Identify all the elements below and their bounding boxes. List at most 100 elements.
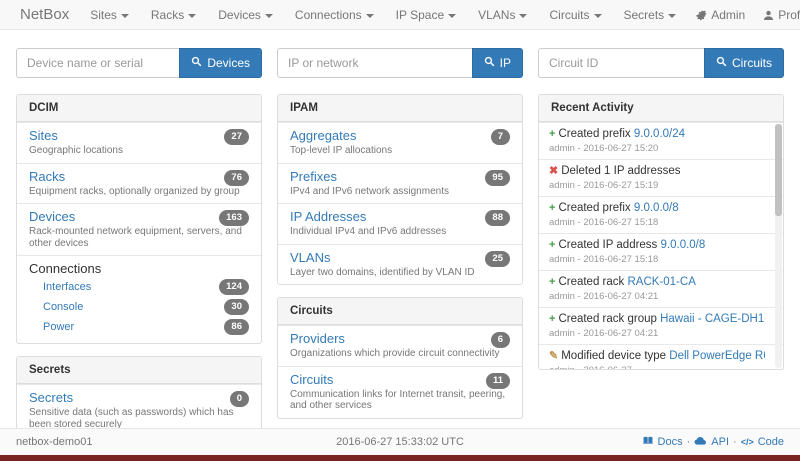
activity-action: Created prefix xyxy=(558,202,630,214)
sites-link[interactable]: Sites xyxy=(29,128,249,143)
device-search-group: Devices xyxy=(16,48,262,78)
search-icon xyxy=(484,56,495,70)
ipam-panel: IPAM 7 Aggregates Top-level IP allocatio… xyxy=(277,94,523,285)
nav-devices[interactable]: Devices xyxy=(207,0,284,29)
activity-action: Created IP address xyxy=(558,239,657,251)
nav-label: Racks xyxy=(151,8,184,22)
activity-object-link[interactable]: 9.0.0.0/8 xyxy=(661,239,706,251)
prefixes-link[interactable]: Prefixes xyxy=(290,169,510,184)
activity-row: +Created rack RACK-01-CA admin - 2016-06… xyxy=(539,270,783,307)
device-search-input[interactable] xyxy=(16,48,179,78)
count-badge: 88 xyxy=(485,210,510,226)
plus-icon: + xyxy=(549,276,555,288)
api-link[interactable]: API xyxy=(694,435,729,449)
circuit-search-input[interactable] xyxy=(538,48,704,78)
search-icon xyxy=(716,56,727,70)
chevron-down-icon xyxy=(519,14,527,18)
count-badge: 7 xyxy=(491,129,510,145)
item-description: Individual IPv4 and IPv6 addresses xyxy=(290,226,510,238)
item-description: Rack-mounted network equipment, servers,… xyxy=(29,226,249,249)
ipam-item-prefixes: 95 Prefixes IPv4 and IPv6 network assign… xyxy=(278,163,522,204)
ip-search-group: IP xyxy=(277,48,523,78)
activity-scrollbar[interactable] xyxy=(775,124,782,368)
activity-object-link[interactable]: 9.0.0.0/8 xyxy=(634,202,679,214)
profile-link[interactable]: Profile xyxy=(754,0,800,29)
activity-action: Modified device type xyxy=(561,350,666,362)
panel-title: Recent Activity xyxy=(539,95,783,122)
connections-console-row: Console 30 xyxy=(29,297,249,317)
activity-object-link[interactable]: Hawaii - CAGE-DH1-01 xyxy=(660,313,765,325)
activity-meta: admin - 2016-06-27 04:21 xyxy=(549,291,765,303)
connections-heading: Connections xyxy=(29,261,249,277)
chevron-down-icon xyxy=(121,14,129,18)
nav-label: Sites xyxy=(90,8,117,22)
column-ipam: IPAM 7 Aggregates Top-level IP allocatio… xyxy=(277,94,523,449)
circuit-search-button[interactable]: Circuits xyxy=(704,48,784,78)
admin-label: Admin xyxy=(711,8,745,22)
column-activity: Recent Activity +Created prefix 9.0.0.0/… xyxy=(538,94,784,449)
link-label: Code xyxy=(758,436,784,448)
pencil-icon: ✎ xyxy=(549,350,558,362)
footer: netbox-demo01 2016-06-27 15:33:02 UTC Do… xyxy=(0,428,800,455)
admin-link[interactable]: Admin xyxy=(687,0,754,29)
scrollbar-thumb[interactable] xyxy=(775,124,782,216)
docs-link[interactable]: Docs xyxy=(642,435,683,449)
main-menu: Sites Racks Devices Connections IP Space… xyxy=(79,0,687,29)
ip-addresses-link[interactable]: IP Addresses xyxy=(290,209,510,224)
nav-label: Circuits xyxy=(549,8,589,22)
secrets-link[interactable]: Secrets xyxy=(29,390,249,405)
code-link[interactable]: </>Code xyxy=(741,436,784,448)
activity-meta: admin - 2016-06-27 15:19 xyxy=(549,180,765,192)
button-label: Circuits xyxy=(732,56,772,70)
count-badge: 163 xyxy=(219,210,249,226)
activity-meta: admin - 2016-06-27 15:18 xyxy=(549,254,765,266)
dcim-item-connections: Connections Interfaces 124 Console 30 Po… xyxy=(17,255,261,343)
count-badge: 27 xyxy=(224,129,249,145)
user-menu: Admin Profile Log out xyxy=(687,0,800,29)
plus-icon: + xyxy=(549,313,555,325)
nav-ip-space[interactable]: IP Space xyxy=(385,0,467,29)
racks-link[interactable]: Racks xyxy=(29,169,249,184)
footer-links: Docs · API · </>Code xyxy=(642,435,784,449)
item-description: Organizations which provide circuit conn… xyxy=(290,348,510,360)
circuits-link[interactable]: Circuits xyxy=(290,372,510,387)
circuits-panel: Circuits 6 Providers Organizations which… xyxy=(277,297,523,419)
ipam-item-vlans: 25 VLANs Layer two domains, identified b… xyxy=(278,244,522,285)
nav-secrets[interactable]: Secrets xyxy=(613,0,688,29)
button-label: IP xyxy=(500,56,511,70)
device-search-button[interactable]: Devices xyxy=(179,48,262,78)
nav-connections[interactable]: Connections xyxy=(284,0,385,29)
console-link[interactable]: Console xyxy=(43,301,83,314)
activity-row: +Created IP address 9.0.0.0/8 admin - 20… xyxy=(539,233,783,270)
navbar: NetBox Sites Racks Devices Connections I… xyxy=(0,0,800,30)
aggregates-link[interactable]: Aggregates xyxy=(290,128,510,143)
interfaces-link[interactable]: Interfaces xyxy=(43,281,91,294)
activity-action: Created rack group xyxy=(558,313,656,325)
activity-object-link[interactable]: Dell PowerEdge R630 xyxy=(669,350,765,362)
brand-logo[interactable]: NetBox xyxy=(10,0,79,29)
activity-meta: admin - 2016-06-27 04:21 xyxy=(549,328,765,340)
power-link[interactable]: Power xyxy=(43,321,74,334)
devices-link[interactable]: Devices xyxy=(29,209,249,224)
item-description: Sensitive data (such as passwords) which… xyxy=(29,407,249,430)
ipam-item-aggregates: 7 Aggregates Top-level IP allocations xyxy=(278,122,522,163)
item-description: Geographic locations xyxy=(29,145,249,157)
providers-link[interactable]: Providers xyxy=(290,331,510,346)
nav-label: VLANs xyxy=(478,8,515,22)
activity-object-link[interactable]: 9.0.0.0/24 xyxy=(634,128,685,140)
nav-sites[interactable]: Sites xyxy=(79,0,140,29)
nav-vlans[interactable]: VLANs xyxy=(467,0,538,29)
circuits-item-circuits: 11 Circuits Communication links for Inte… xyxy=(278,366,522,418)
separator: · xyxy=(687,436,691,448)
nav-racks[interactable]: Racks xyxy=(140,0,207,29)
chevron-down-icon xyxy=(668,14,676,18)
vlans-link[interactable]: VLANs xyxy=(290,250,510,265)
plus-icon: + xyxy=(549,202,555,214)
nav-label: Devices xyxy=(218,8,261,22)
ip-search-input[interactable] xyxy=(277,48,472,78)
nav-circuits[interactable]: Circuits xyxy=(538,0,612,29)
panel-title: Circuits xyxy=(278,298,522,325)
ip-search-button[interactable]: IP xyxy=(472,48,523,78)
activity-action: Created prefix xyxy=(558,128,630,140)
activity-object-link[interactable]: RACK-01-CA xyxy=(627,276,695,288)
